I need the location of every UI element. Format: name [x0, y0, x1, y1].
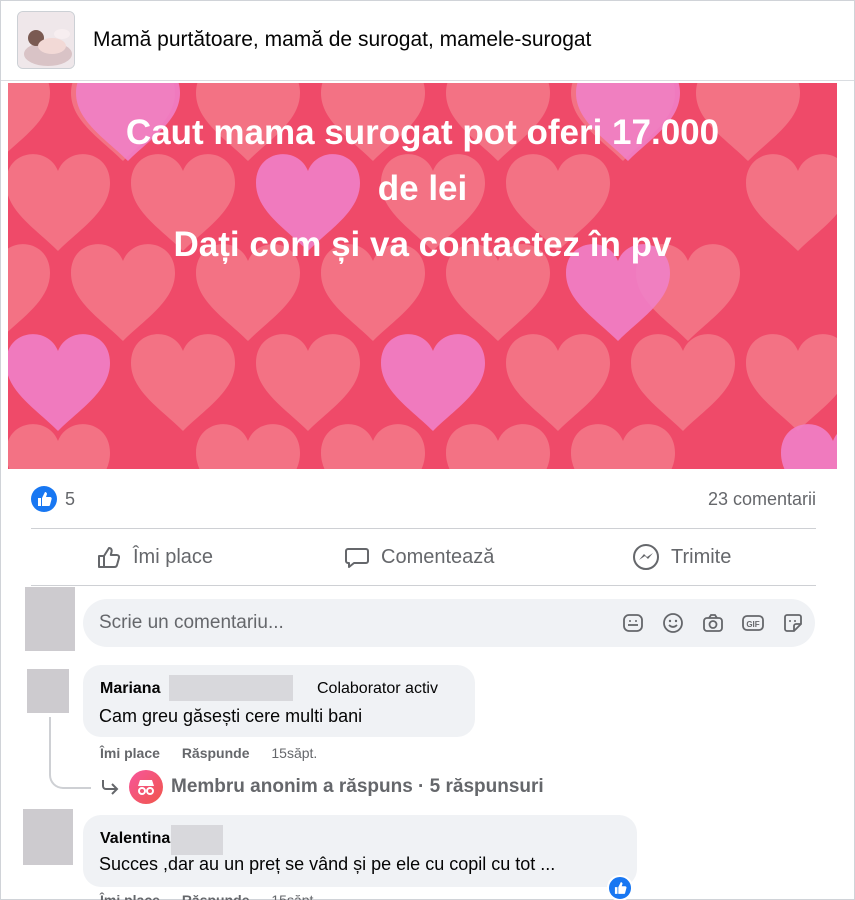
comment-icon	[345, 548, 369, 568]
comment-label: Comentează	[381, 545, 495, 568]
comment-bubble	[83, 815, 637, 887]
comment-meta: Îmi place Răspunde 15săpt.	[100, 892, 317, 900]
camera-icon[interactable]	[701, 611, 725, 635]
share-button[interactable]: Trimite	[631, 531, 731, 583]
like-label: Îmi place	[133, 545, 214, 568]
comment-composer[interactable]: GIF	[83, 599, 815, 647]
group-title[interactable]: Mamă purtătoare, mamă de surogat, mamele…	[93, 28, 591, 52]
messenger-icon	[633, 544, 659, 570]
post-card: Mamă purtătoare, mamă de surogat, mamele…	[0, 0, 855, 900]
commenter-avatar[interactable]	[27, 669, 69, 713]
composer-icons: GIF	[621, 611, 805, 635]
banner-line-3: Dați com și va contactez în pv	[173, 225, 672, 264]
comment-reply-link[interactable]: Răspunde	[182, 892, 250, 900]
divider	[31, 585, 816, 586]
group-avatar[interactable]	[17, 11, 75, 69]
comment-button[interactable]: Comentează	[343, 531, 494, 583]
reply-arrow-icon	[102, 780, 119, 795]
redacted-name	[169, 675, 293, 701]
comment-like-reaction-icon[interactable]	[607, 875, 633, 900]
commenter-avatar[interactable]	[23, 809, 73, 865]
comment-badge[interactable]: Colaborator activ	[317, 680, 438, 698]
comments-count[interactable]: 23 comentarii	[708, 489, 816, 510]
comment-author[interactable]: Valentina	[100, 830, 170, 848]
post-image[interactable]: Caut mama surogat pot oferi 17.000 de le…	[8, 83, 837, 469]
banner-line-2: de lei	[377, 169, 468, 208]
comment-input[interactable]	[99, 599, 599, 647]
banner-text: Caut mama surogat pot oferi 17.000 de le…	[8, 105, 837, 273]
like-button[interactable]: Îmi place	[95, 531, 213, 583]
post-stats: 5 23 comentarii	[31, 483, 816, 517]
comment-text: Succes ,dar au un preț se vând și pe ele…	[99, 854, 556, 874]
sticker-icon[interactable]	[621, 611, 645, 635]
like-reaction-icon[interactable]	[31, 486, 57, 512]
comment-text: Cam greu găsești cere multi bani	[99, 706, 363, 726]
gif-icon[interactable]: GIF	[741, 611, 765, 635]
comment-like-link[interactable]: Îmi place	[100, 892, 160, 900]
post-actions: Îmi place Comentează Trimite	[31, 531, 816, 583]
comment-time[interactable]: 15săpt.	[271, 892, 317, 900]
comment-reply-link[interactable]: Răspunde	[182, 745, 250, 761]
divider	[31, 528, 816, 529]
emoji-icon[interactable]	[661, 611, 685, 635]
comment-meta: Îmi place Răspunde 15săpt.	[100, 745, 317, 761]
banner-line-1: Caut mama surogat pot oferi 17.000	[125, 113, 720, 152]
anonymous-member-icon	[129, 770, 163, 804]
replies-summary-text: Membru anonim a răspuns · 5 răspunsuri	[171, 776, 544, 797]
comment-time[interactable]: 15săpt.	[271, 745, 317, 761]
current-user-avatar[interactable]	[25, 587, 75, 651]
comment-author[interactable]: Mariana	[100, 680, 160, 698]
sticker-alt-icon[interactable]	[781, 611, 805, 635]
share-label: Trimite	[671, 545, 732, 568]
comment-like-link[interactable]: Îmi place	[100, 745, 160, 761]
post-header: Mamă purtătoare, mamă de surogat, mamele…	[1, 1, 854, 81]
svg-text:GIF: GIF	[746, 620, 759, 629]
thumbs-up-icon	[98, 547, 121, 568]
redacted-name	[171, 825, 223, 855]
replies-summary[interactable]: Membru anonim a răspuns · 5 răspunsuri	[99, 769, 544, 805]
like-count[interactable]: 5	[65, 489, 75, 510]
